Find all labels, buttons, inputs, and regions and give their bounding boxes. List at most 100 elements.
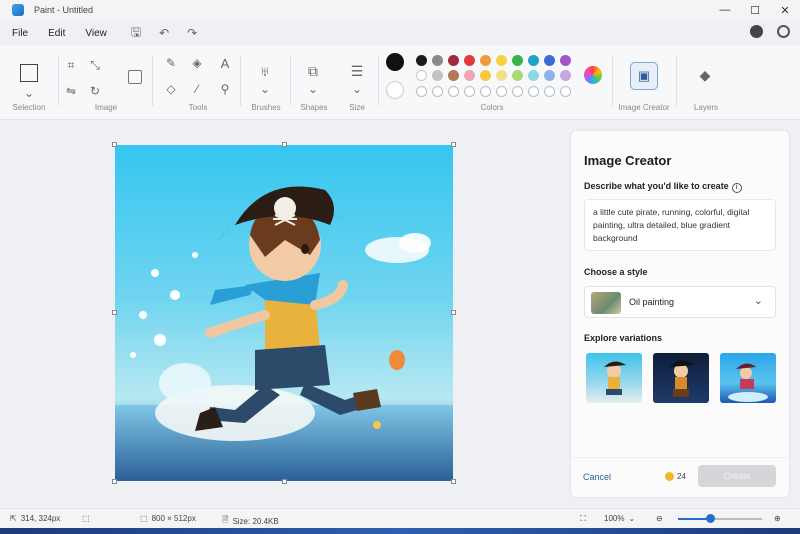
custom-color-slot[interactable]: [496, 86, 507, 97]
status-bar: ⇱ 314, 324px ⬚ ⬚ 800 × 512px 🗎 Size: 20.4KB…: [0, 508, 800, 528]
color-swatch[interactable]: [416, 70, 427, 81]
color-swatch[interactable]: [432, 55, 443, 66]
save-icon[interactable]: 🖫: [131, 23, 141, 44]
resize-handle[interactable]: [451, 310, 456, 315]
custom-color-slot[interactable]: [432, 86, 443, 97]
shapes-dropdown-icon[interactable]: ⌄: [306, 82, 320, 96]
resize-handle[interactable]: [451, 479, 456, 484]
color-swatch[interactable]: [416, 55, 427, 66]
color-swatch[interactable]: [432, 70, 443, 81]
zoom-dropdown-icon: ⌄: [628, 514, 636, 523]
image-select-icon[interactable]: [128, 70, 142, 84]
color-swatch[interactable]: [560, 70, 571, 81]
variation-art: [604, 361, 626, 395]
selection-rectangle-icon[interactable]: [20, 64, 38, 82]
pirate-illustration: [115, 186, 453, 481]
menu-file[interactable]: File: [2, 28, 38, 39]
canvas-image-pirate[interactable]: [115, 145, 453, 481]
minimize-button[interactable]: —: [710, 0, 740, 20]
custom-color-slot[interactable]: [528, 86, 539, 97]
variation-art: [728, 363, 768, 402]
custom-color-slot[interactable]: [416, 86, 427, 97]
maximize-button[interactable]: ☐: [740, 0, 770, 20]
size-dropdown-icon[interactable]: ⌄: [350, 82, 364, 96]
edit-colors-icon[interactable]: [584, 66, 602, 84]
text-icon[interactable]: A: [218, 56, 232, 71]
variation-thumbnail-3[interactable]: [720, 353, 776, 403]
cancel-button[interactable]: Cancel: [583, 472, 611, 482]
account-avatar[interactable]: [750, 25, 763, 38]
prompt-input[interactable]: a little cute pirate, running, colorful,…: [584, 199, 776, 251]
color-picker-icon[interactable]: ⁄: [190, 82, 204, 96]
flip-icon[interactable]: ⇋: [64, 84, 78, 98]
color-swatch[interactable]: [496, 70, 507, 81]
layers-icon[interactable]: ◆: [698, 67, 712, 83]
redo-icon[interactable]: ↷: [187, 26, 197, 40]
custom-color-slot[interactable]: [560, 86, 571, 97]
custom-color-slot[interactable]: [512, 86, 523, 97]
menu-view[interactable]: View: [75, 28, 117, 39]
style-dropdown[interactable]: Oil painting ⌄: [584, 286, 776, 318]
info-icon[interactable]: i: [731, 183, 742, 193]
color-swatch[interactable]: [464, 70, 475, 81]
credits-value: 24: [677, 472, 686, 481]
color-swatch[interactable]: [560, 55, 571, 66]
resize-handle[interactable]: [112, 310, 117, 315]
zoom-slider-thumb[interactable]: [705, 514, 715, 523]
custom-color-slot[interactable]: [480, 86, 491, 97]
color-swatch[interactable]: [480, 70, 491, 81]
color-swatch[interactable]: [528, 55, 539, 66]
image-group: ⌗ ⤡ ⇋ ↻ Image: [60, 50, 152, 116]
resize-handle[interactable]: [282, 479, 287, 484]
settings-gear-icon[interactable]: [777, 25, 790, 38]
file-size: 🗎 Size: 20.4KB: [222, 514, 279, 528]
color-swatch[interactable]: [448, 70, 459, 81]
variation-thumbnail-2[interactable]: [653, 353, 709, 403]
selection-dropdown-icon[interactable]: ⌄: [22, 86, 36, 100]
custom-color-slot[interactable]: [464, 86, 475, 97]
magnifier-icon[interactable]: ⚲: [218, 82, 232, 96]
color-swatch[interactable]: [448, 55, 459, 66]
fit-to-window-icon[interactable]: ⛶: [580, 514, 586, 524]
color-swatch[interactable]: [480, 55, 491, 66]
layers-group-label: Layers: [693, 103, 718, 112]
resize-handle[interactable]: [451, 142, 456, 147]
fill-bucket-icon[interactable]: ◈: [190, 56, 204, 70]
brush-icon[interactable]: ♅: [258, 63, 272, 79]
custom-color-slot[interactable]: [448, 86, 459, 97]
menu-edit[interactable]: Edit: [38, 28, 75, 39]
create-button[interactable]: Create: [698, 465, 776, 487]
color-swatch[interactable]: [544, 55, 555, 66]
resize-icon[interactable]: ⤡: [88, 58, 102, 72]
color-swatch[interactable]: [544, 70, 555, 81]
zoom-out-icon[interactable]: ⊖: [656, 514, 663, 523]
resize-handle[interactable]: [112, 142, 117, 147]
color-swatch[interactable]: [496, 55, 507, 66]
color-swatch[interactable]: [464, 55, 475, 66]
brushes-dropdown-icon[interactable]: ⌄: [258, 82, 272, 96]
close-button[interactable]: ✕: [770, 0, 800, 20]
zoom-in-icon[interactable]: ⊕: [774, 514, 781, 523]
variation-thumbnail-1[interactable]: [586, 353, 642, 403]
custom-color-slot[interactable]: [544, 86, 555, 97]
rotate-icon[interactable]: ↻: [88, 84, 102, 98]
shapes-icon[interactable]: ⧉: [306, 63, 320, 79]
credits-counter: 24: [665, 472, 686, 481]
primary-color-swatch[interactable]: [386, 53, 404, 71]
color-swatch[interactable]: [512, 70, 523, 81]
image-creator-button[interactable]: ▣: [630, 62, 658, 90]
resize-handle[interactable]: [282, 142, 287, 147]
pencil-icon[interactable]: ✎: [164, 56, 178, 70]
eraser-icon[interactable]: ◇: [164, 82, 178, 96]
color-swatch[interactable]: [512, 55, 523, 66]
secondary-color-swatch[interactable]: [386, 81, 404, 99]
zoom-level[interactable]: 100% ⌄: [604, 514, 635, 523]
image-group-label: Image: [94, 103, 118, 112]
color-swatch[interactable]: [528, 70, 539, 81]
crop-icon[interactable]: ⌗: [64, 58, 78, 72]
variations-label: Explore variations: [584, 333, 663, 343]
line-size-icon[interactable]: ☰: [350, 63, 364, 79]
undo-icon[interactable]: ↶: [159, 26, 169, 40]
style-label: Choose a style: [584, 267, 648, 277]
resize-handle[interactable]: [112, 479, 117, 484]
